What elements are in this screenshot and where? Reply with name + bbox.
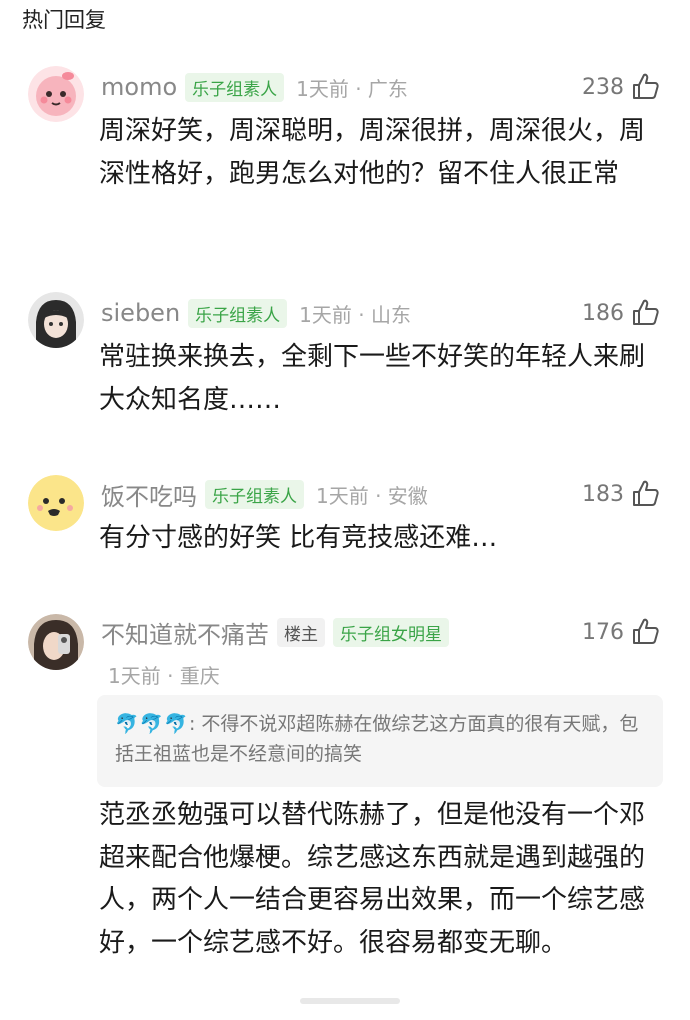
- quoted-text: : 不得不说邓超陈赫在做综艺这方面真的很有天赋，包括王祖蓝也是不经意间的搞笑: [115, 713, 639, 765]
- like-button[interactable]: 176: [582, 615, 660, 649]
- comment-meta: 1天前 · 广东: [296, 76, 408, 101]
- user-avatar[interactable]: [28, 292, 84, 348]
- comment-text: 常驻换来换去，全剩下一些不好笑的年轻人来刷大众知名度……: [99, 342, 646, 415]
- comment-header: momo 乐子组素人 1天前 · 广东: [101, 70, 408, 104]
- comment-text: 范丞丞勉强可以替代陈赫了，但是他没有一个邓超来配合他爆梗。综艺感这东西就是遇到越…: [99, 800, 646, 958]
- thumbs-up-icon: [633, 618, 659, 644]
- user-avatar[interactable]: [28, 66, 84, 122]
- like-count: 186: [582, 300, 624, 326]
- section-title: 热门回复: [22, 8, 106, 32]
- comment-meta: 1天前 · 重庆: [108, 663, 220, 688]
- dolphin-emoji: 🐬🐬🐬: [115, 713, 189, 735]
- comment-meta-row: 1天前 · 重庆: [108, 657, 220, 691]
- like-count: 238: [582, 74, 624, 100]
- user-badge: 乐子组素人: [205, 479, 304, 509]
- username[interactable]: 不知道就不痛苦: [101, 615, 269, 650]
- like-count: 183: [582, 481, 624, 507]
- thumbs-up-icon: [633, 480, 659, 506]
- loading-dots-icon: [300, 998, 400, 1004]
- user-badge: 乐子组素人: [185, 72, 285, 102]
- quoted-reply[interactable]: 🐬🐬🐬: 不得不说邓超陈赫在做综艺这方面真的很有天赋，包括王祖蓝也是不经意间的搞…: [97, 695, 663, 787]
- thumbs-up-icon: [633, 299, 659, 325]
- like-button[interactable]: 238: [582, 70, 660, 104]
- user-avatar[interactable]: [28, 614, 84, 670]
- user-badge: 乐子组素人: [188, 298, 288, 328]
- thumbs-up-icon: [633, 73, 659, 99]
- comment-header: 不知道就不痛苦 楼主 乐子组女明星: [101, 615, 461, 649]
- like-button[interactable]: 183: [582, 477, 660, 511]
- username[interactable]: 饭不吃吗: [101, 477, 197, 512]
- owner-badge: 楼主: [277, 617, 325, 647]
- like-count: 176: [582, 619, 624, 645]
- user-badge: 乐子组女明星: [333, 617, 449, 647]
- like-button[interactable]: 186: [582, 296, 660, 330]
- comment-header: sieben 乐子组素人 1天前 · 山东: [101, 296, 411, 330]
- username[interactable]: sieben: [101, 299, 180, 327]
- user-avatar[interactable]: [28, 475, 84, 531]
- comment-text: 有分寸感的好笑 比有竞技感还难…: [99, 523, 498, 553]
- username[interactable]: momo: [101, 73, 177, 101]
- comment-text: 周深好笑，周深聪明，周深很拼，周深很火，周深性格好，跑男怎么对他的？留不住人很正…: [99, 116, 646, 189]
- comment-meta: 1天前 · 山东: [299, 302, 411, 327]
- comment-header: 饭不吃吗 乐子组素人 1天前 · 安徽: [101, 477, 428, 511]
- comment-meta: 1天前 · 安徽: [316, 483, 428, 508]
